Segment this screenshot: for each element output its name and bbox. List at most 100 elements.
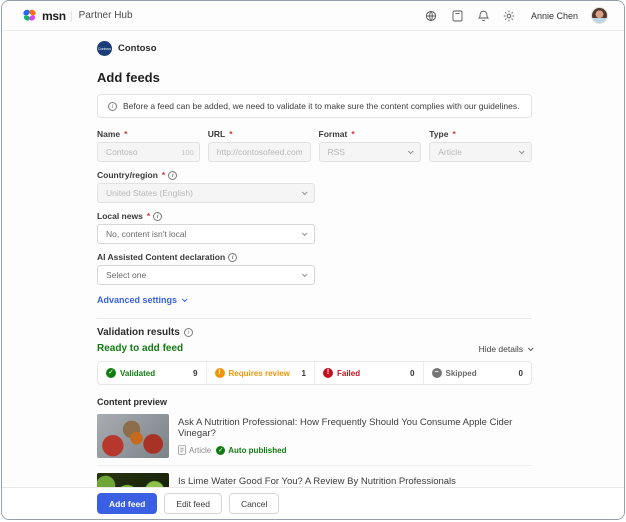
article-thumbnail bbox=[97, 414, 169, 458]
info-icon: i bbox=[184, 328, 193, 337]
article-status: ✓ Auto published bbox=[216, 446, 286, 455]
check-circle-icon: ✓ bbox=[106, 368, 116, 378]
content-preview-title: Content preview bbox=[97, 397, 532, 407]
validation-results-title: Validation results bbox=[97, 327, 180, 338]
chevron-down-icon bbox=[528, 345, 534, 351]
header-divider: | bbox=[70, 10, 73, 22]
name-label: Name* bbox=[97, 129, 200, 139]
document-icon bbox=[178, 445, 186, 455]
page-title: Add feeds bbox=[97, 70, 532, 85]
main-content: Contoso Contoso Add feeds i Before a fee… bbox=[97, 41, 532, 520]
hide-details-toggle[interactable]: Hide details bbox=[479, 344, 532, 354]
country-value: United States (English) bbox=[106, 188, 193, 198]
article-row: Ask A Nutrition Professional: How Freque… bbox=[97, 407, 532, 465]
validation-status: Ready to add feed bbox=[97, 343, 183, 354]
type-field-group: Type* Article bbox=[429, 129, 532, 162]
chevron-down-icon bbox=[302, 230, 308, 236]
validation-results-header: Validation results i bbox=[97, 327, 532, 338]
bell-icon[interactable] bbox=[477, 9, 490, 22]
stat-requires-review: ! Requires review 1 bbox=[207, 362, 316, 384]
format-select[interactable]: RSS bbox=[319, 142, 422, 162]
info-icon: i bbox=[228, 253, 237, 262]
country-label: Country/region*i bbox=[97, 170, 315, 180]
ai-declaration-select[interactable]: Select one bbox=[97, 265, 315, 285]
advanced-settings-link[interactable]: Advanced settings bbox=[97, 295, 186, 305]
type-value: Article bbox=[438, 147, 462, 157]
org-name: Contoso bbox=[118, 43, 157, 54]
local-news-value: No, content isn't local bbox=[106, 229, 187, 239]
form-row-main: Name* 100 URL* Format* RSS Type* bbox=[97, 129, 532, 162]
stat-failed: ! Failed 0 bbox=[315, 362, 424, 384]
globe-icon[interactable] bbox=[425, 9, 438, 22]
ai-declaration-field-group: AI Assisted Content declarationi Select … bbox=[97, 252, 315, 285]
header-actions: Annie Chen bbox=[425, 7, 608, 24]
format-value: RSS bbox=[328, 147, 345, 157]
required-asterisk: * bbox=[147, 211, 150, 221]
user-name: Annie Chen bbox=[531, 11, 578, 21]
warning-circle-icon: ! bbox=[215, 368, 225, 378]
cancel-button[interactable]: Cancel bbox=[229, 493, 279, 514]
article-meta: Article ✓ Auto published bbox=[178, 445, 532, 455]
app-window: msn | Partner Hub bbox=[1, 0, 625, 520]
info-icon: i bbox=[108, 102, 117, 111]
url-field-group: URL* bbox=[208, 129, 311, 162]
name-char-counter: 100 bbox=[181, 148, 194, 157]
validation-summary: ✓ Validated 9 ! Requires review 1 ! Fail… bbox=[97, 361, 532, 385]
country-select[interactable]: United States (English) bbox=[97, 183, 315, 203]
stat-validated: ✓ Validated 9 bbox=[98, 362, 207, 384]
required-asterisk: * bbox=[229, 129, 232, 139]
msn-butterfly-icon bbox=[22, 9, 37, 22]
local-news-select[interactable]: No, content isn't local bbox=[97, 224, 315, 244]
stat-skipped: − Skipped 0 bbox=[424, 362, 532, 384]
article-title: Is Lime Water Good For You? A Review By … bbox=[178, 476, 456, 487]
type-label: Type* bbox=[429, 129, 532, 139]
info-icon: i bbox=[168, 171, 177, 180]
required-asterisk: * bbox=[452, 129, 455, 139]
logo-text: msn bbox=[42, 9, 66, 23]
error-circle-icon: ! bbox=[323, 368, 333, 378]
chevron-down-icon bbox=[182, 296, 188, 302]
name-field-group: Name* 100 bbox=[97, 129, 200, 162]
org-selector[interactable]: Contoso Contoso bbox=[97, 41, 532, 56]
user-avatar[interactable] bbox=[591, 7, 608, 24]
stat-count: 9 bbox=[193, 369, 197, 378]
info-icon: i bbox=[153, 212, 162, 221]
top-header: msn | Partner Hub bbox=[2, 1, 624, 31]
format-label: Format* bbox=[319, 129, 422, 139]
org-avatar: Contoso bbox=[97, 41, 112, 56]
local-news-label: Local news*i bbox=[97, 211, 315, 221]
skipped-circle-icon: − bbox=[432, 368, 442, 378]
required-asterisk: * bbox=[162, 170, 165, 180]
validation-status-row: Ready to add feed Hide details bbox=[97, 343, 532, 354]
type-select[interactable]: Article bbox=[429, 142, 532, 162]
ai-declaration-label: AI Assisted Content declarationi bbox=[97, 252, 315, 262]
add-feed-button[interactable]: Add feed bbox=[97, 493, 157, 514]
chevron-down-icon bbox=[302, 189, 308, 195]
footer-actions: Add feed Edit feed Cancel bbox=[2, 487, 624, 519]
app-name: Partner Hub bbox=[79, 10, 133, 21]
section-divider bbox=[97, 318, 532, 319]
gear-icon[interactable] bbox=[503, 9, 516, 22]
chevron-down-icon bbox=[408, 148, 414, 154]
info-banner: i Before a feed can be added, we need to… bbox=[97, 94, 532, 118]
url-label: URL* bbox=[208, 129, 311, 139]
url-input[interactable] bbox=[208, 142, 311, 162]
journal-icon[interactable] bbox=[451, 9, 464, 22]
info-banner-text: Before a feed can be added, we need to v… bbox=[123, 101, 519, 111]
ai-declaration-value: Select one bbox=[106, 270, 146, 280]
required-asterisk: * bbox=[124, 129, 127, 139]
chevron-down-icon bbox=[302, 271, 308, 277]
article-title: Ask A Nutrition Professional: How Freque… bbox=[178, 417, 532, 439]
edit-feed-button[interactable]: Edit feed bbox=[164, 493, 222, 514]
stat-count: 0 bbox=[410, 369, 414, 378]
required-asterisk: * bbox=[351, 129, 354, 139]
country-field-group: Country/region*i United States (English) bbox=[97, 170, 315, 203]
stat-count: 1 bbox=[302, 369, 306, 378]
chevron-down-icon bbox=[519, 148, 525, 154]
msn-logo: msn bbox=[22, 9, 66, 23]
stat-count: 0 bbox=[519, 369, 523, 378]
local-news-field-group: Local news*i No, content isn't local bbox=[97, 211, 315, 244]
format-field-group: Format* RSS bbox=[319, 129, 422, 162]
check-circle-icon: ✓ bbox=[216, 446, 225, 455]
article-type: Article bbox=[178, 445, 211, 455]
